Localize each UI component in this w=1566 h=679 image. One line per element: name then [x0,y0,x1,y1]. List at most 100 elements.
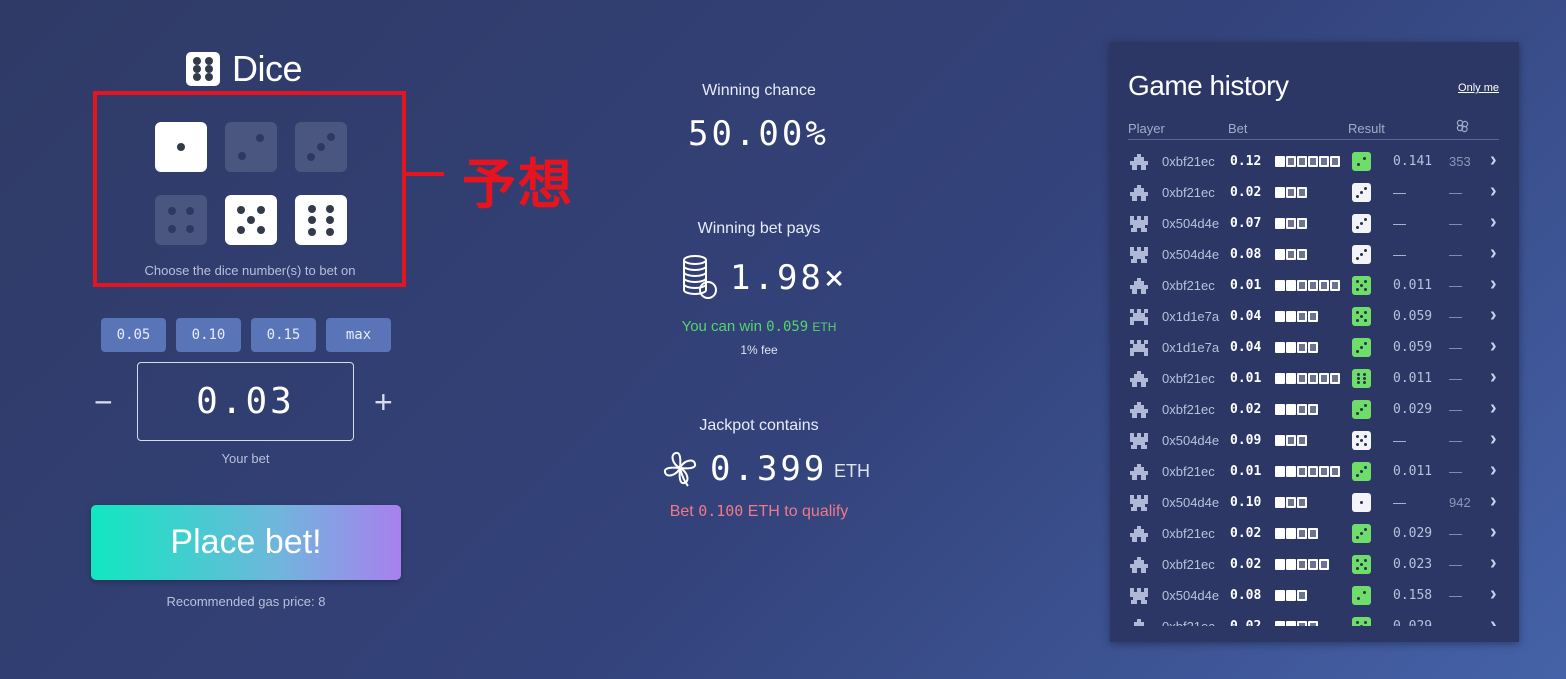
history-row[interactable]: 0xbf21ec 0.12 0.141 353 › [1110,146,1519,177]
bet-mask-die [1286,497,1296,508]
dice-pip [325,204,334,213]
chevron-right-icon[interactable]: › [1490,149,1497,172]
result-die-icon [1352,152,1371,171]
bet-mask [1275,218,1307,229]
only-me-link[interactable]: Only me [1458,82,1499,94]
bet-mask-die [1330,280,1340,291]
dice-face-5-button[interactable] [225,195,277,245]
dice-face-6-button[interactable] [295,195,347,245]
history-row[interactable]: 0xbf21ec 0.01 0.011 — › [1110,270,1519,301]
chevron-right-icon[interactable]: › [1490,273,1497,296]
bet-mask-die [1308,156,1318,167]
dice-pip [237,152,246,160]
preset-0-10-button[interactable]: 0.10 [176,318,241,352]
player-address: 0xbf21ec [1162,154,1215,169]
chevron-right-icon[interactable]: › [1490,397,1497,420]
jackpot-unit: ETH [834,461,870,481]
history-row[interactable]: 0x1d1e7a 0.04 0.059 — › [1110,301,1519,332]
bet-mask-die [1297,373,1307,384]
column-player: Player [1128,121,1165,136]
history-row[interactable]: 0xbf21ec 0.02 0.029 — › [1110,394,1519,425]
chevron-right-icon[interactable]: › [1490,335,1497,358]
increase-bet-button[interactable]: + [374,384,393,421]
bet-mask-die [1275,280,1285,291]
column-bet: Bet [1228,121,1248,136]
dice-face-1-button[interactable] [155,122,207,172]
jackpot-roll-value: — [1449,433,1462,448]
game-history-title: Game history [1128,70,1289,101]
dice-face-3-button[interactable] [295,122,347,172]
bet-mask-die [1275,218,1285,229]
chevron-right-icon[interactable]: › [1490,552,1497,575]
history-row[interactable]: 0xbf21ec 0.02 — — › [1110,177,1519,208]
bet-mask-die [1286,311,1296,322]
bet-mask-die [1297,621,1307,626]
bet-mask-die [1275,187,1285,198]
preset-0-05-button[interactable]: 0.05 [101,318,166,352]
chevron-right-icon[interactable]: › [1490,521,1497,544]
chevron-right-icon[interactable]: › [1490,583,1497,606]
history-row[interactable]: 0x504d4e 0.10 — 942 › [1110,487,1519,518]
place-bet-button[interactable]: Place bet! [91,505,401,580]
preset-0-15-button[interactable]: 0.15 [251,318,316,352]
dice-face-4-button[interactable] [155,195,207,245]
chevron-right-icon[interactable]: › [1490,180,1497,203]
bet-mask-die [1330,156,1340,167]
bet-mask-die [1297,342,1307,353]
bet-mask-die [1286,156,1296,167]
jackpot-roll-value: — [1449,185,1462,200]
player-avatar-icon [1130,619,1148,626]
chevron-right-icon[interactable]: › [1490,614,1497,626]
history-row[interactable]: 0x504d4e 0.08 0.158 — › [1110,580,1519,611]
fee-text: 1% fee [740,343,778,357]
chevron-right-icon[interactable]: › [1490,242,1497,265]
payout-value: 0.059 [1393,340,1433,355]
player-address: 0x504d4e [1162,433,1220,448]
result-die-icon [1352,431,1371,450]
payout-value: — [1393,185,1406,200]
decrease-bet-button[interactable]: − [94,384,113,421]
qualify-amount: 0.100 [698,502,744,520]
history-row[interactable]: 0xbf21ec 0.01 0.011 — › [1110,456,1519,487]
player-address: 0xbf21ec [1162,619,1215,626]
bet-mask [1275,559,1329,570]
history-row[interactable]: 0x504d4e 0.07 — — › [1110,208,1519,239]
history-row[interactable]: 0xbf21ec 0.01 0.011 — › [1110,363,1519,394]
player-avatar-icon [1130,340,1148,356]
chevron-right-icon[interactable]: › [1490,304,1497,327]
clover-icon [1456,119,1469,133]
bet-mask-die [1286,559,1296,570]
chevron-right-icon[interactable]: › [1490,366,1497,389]
dice-pip [308,204,317,213]
chevron-right-icon[interactable]: › [1490,211,1497,234]
result-die-icon [1352,338,1371,357]
jackpot-roll-value: — [1449,278,1462,293]
chevron-right-icon[interactable]: › [1490,459,1497,482]
bet-amount: 0.04 [1230,340,1262,355]
dice-pip [325,227,334,236]
bet-mask-die [1297,528,1307,539]
bet-amount: 0.10 [1230,495,1262,510]
history-row[interactable]: 0x504d4e 0.09 — — › [1110,425,1519,456]
history-row[interactable]: 0xbf21ec 0.02 0.023 — › [1110,549,1519,580]
history-row[interactable]: 0xbf21ec 0.02 0.029 — › [1110,611,1519,626]
player-address: 0xbf21ec [1162,371,1215,386]
bet-mask [1275,311,1318,322]
player-address: 0xbf21ec [1162,557,1215,572]
jackpot-roll-value: — [1449,309,1462,324]
payout-value: 0.011 [1393,464,1433,479]
history-row[interactable]: 0xbf21ec 0.02 0.029 — › [1110,518,1519,549]
chevron-right-icon[interactable]: › [1490,428,1497,451]
history-row[interactable]: 0x504d4e 0.08 — — › [1110,239,1519,270]
payout-value: 0.029 [1393,619,1432,626]
choose-dice-hint: Choose the dice number(s) to bet on [144,263,356,278]
player-avatar-icon [1130,309,1148,325]
bet-mask-die [1275,249,1285,260]
payout-value: 0.141 [1393,154,1433,169]
dice-pip [257,206,266,214]
chevron-right-icon[interactable]: › [1490,490,1497,513]
bet-amount-input[interactable]: 0.03 [137,362,354,441]
history-row[interactable]: 0x1d1e7a 0.04 0.059 — › [1110,332,1519,363]
dice-face-2-button[interactable] [225,122,277,172]
preset-max-button[interactable]: max [326,318,391,352]
